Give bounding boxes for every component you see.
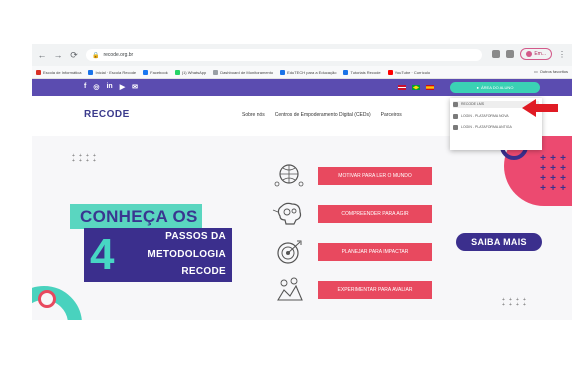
red-arrow-icon: [522, 99, 558, 117]
forward-icon[interactable]: →: [52, 49, 64, 61]
back-icon[interactable]: ←: [36, 49, 48, 61]
bookmark-item[interactable]: YouTube · Currículo: [387, 69, 431, 75]
bookmark-favicon-icon: [280, 69, 286, 75]
bookmark-item[interactable]: Inicial · Escola Recode: [88, 69, 137, 75]
step-motivar-button[interactable]: MOTIVAR PARA LER O MUNDO: [318, 167, 432, 185]
bookmarks-bar: Escola de Informática Inicial · Escola R…: [32, 66, 572, 79]
main-nav: Sobre nós Centros de Empoderamento Digit…: [242, 112, 402, 118]
folder-icon: ▭: [533, 69, 538, 74]
bookmark-favicon-icon: [343, 69, 349, 75]
bookmark-label: Tutoriais Recode: [350, 69, 381, 75]
user-icon: ●: [476, 85, 479, 90]
url-bar[interactable]: 🔒 recode.org.br: [86, 49, 482, 61]
dropdown-item-login-antiga[interactable]: LOGIN - PLATAFORMA ANTIGA: [453, 125, 539, 130]
student-area-button[interactable]: ● ÁREA DO ALUNO: [450, 82, 540, 93]
reload-icon[interactable]: ⟳: [68, 49, 80, 61]
youtube-icon[interactable]: ▶: [120, 83, 125, 91]
email-icon[interactable]: ✉: [132, 83, 138, 91]
bookmark-label: Inicial · Escola Recode: [95, 69, 137, 75]
dropdown-item-label: LOGIN - PLATAFORMA ANTIGA: [461, 125, 512, 129]
login-icon: [453, 114, 458, 119]
bookmark-item[interactable]: EduTECH para a Educação: [280, 69, 337, 75]
bookmark-label: Escola de Informática: [43, 69, 82, 75]
linkedin-icon[interactable]: in: [106, 83, 112, 91]
saiba-mais-button[interactable]: SAIBA MAIS: [456, 233, 542, 251]
flag-uk-icon[interactable]: [398, 85, 406, 90]
other-bookmarks-label: Outros favoritos: [539, 69, 568, 74]
bookmark-favicon-icon: [213, 69, 219, 75]
globe-people-icon: [274, 164, 304, 187]
step-experimentar-button[interactable]: EXPERIMENTAR PARA AVALIAR: [318, 281, 432, 299]
target-icon: [277, 240, 302, 264]
hero-title-conheca: CONHEÇA OS: [70, 204, 202, 229]
nav-item-ceds[interactable]: Centros de Empoderamento Digital (CEDs): [275, 112, 371, 118]
profile-label: Em...: [534, 51, 546, 57]
bookmark-label: (1) WhatsApp: [181, 69, 207, 75]
bookmark-favicon-icon: [387, 69, 393, 75]
bookmark-favicon-icon: [88, 69, 94, 75]
hero-passos-line3: RECODE: [181, 266, 226, 277]
bookmark-favicon-icon: [36, 69, 41, 75]
nav-item-sobre[interactable]: Sobre nós: [242, 112, 265, 118]
toolbar-right: Em... ⋮: [492, 48, 566, 60]
lock-icon: 🔒: [92, 52, 100, 59]
address-row: ← → ⟳ 🔒 recode.org.br Em... ⋮: [32, 44, 572, 66]
profile-button[interactable]: Em...: [520, 48, 552, 60]
bookmark-label: Facebook: [150, 69, 168, 75]
decor-plus-dots: + + + + + + + +: [502, 297, 526, 308]
bookmark-item[interactable]: Facebook: [143, 69, 168, 75]
flag-brazil-icon[interactable]: [412, 85, 420, 90]
dropdown-item-label: RECODE LMS: [461, 102, 485, 106]
site-logo[interactable]: RECODE: [84, 109, 130, 120]
experiment-people-icon: [277, 277, 303, 301]
hero-number: 4: [90, 230, 115, 279]
lms-icon: [453, 102, 458, 107]
hero-passos-line1: PASSOS DA: [165, 231, 226, 242]
decor-plus-dots: + + + + + + + +: [72, 153, 96, 164]
extension-icon[interactable]: [492, 50, 501, 58]
bookmark-label: YouTube · Currículo: [394, 69, 431, 75]
bookmark-label: EduTECH para a Educação: [287, 69, 337, 75]
decor-plus-grid: + + + + + + + + + + + +: [540, 153, 566, 194]
step-compreender-button[interactable]: COMPREENDER PARA AGIR: [318, 205, 432, 223]
account-icon[interactable]: [506, 50, 515, 58]
facebook-icon[interactable]: f: [84, 83, 86, 91]
browser-window: ← → ⟳ 🔒 recode.org.br Em... ⋮ Escola de …: [32, 44, 572, 320]
bookmark-item[interactable]: Tutoriais Recode: [343, 69, 381, 75]
login-icon: [453, 125, 458, 130]
other-bookmarks[interactable]: ▭ Outros favoritos: [534, 69, 568, 74]
bookmark-label: Dashboard de Monitoramento: [220, 69, 274, 75]
instagram-icon[interactable]: ◎: [93, 83, 99, 91]
url-text: recode.org.br: [103, 52, 134, 58]
dropdown-item-label: LOGIN - PLATAFORMA NOVA: [461, 114, 509, 118]
bookmark-item[interactable]: Escola de Informática: [36, 69, 82, 75]
student-area-label: ÁREA DO ALUNO: [480, 85, 514, 90]
bookmark-item[interactable]: (1) WhatsApp: [174, 69, 207, 75]
site-topbar: f ◎ in ▶ ✉ ● ÁREA DO ALUNO: [32, 79, 572, 96]
nav-item-parceiros[interactable]: Parceiros: [381, 112, 402, 118]
bookmark-favicon-icon: [143, 69, 149, 75]
flag-spain-icon[interactable]: [426, 85, 434, 90]
hero-passos-block: 4 PASSOS DA METODOLOGIA RECODE: [84, 228, 232, 282]
bookmark-item[interactable]: Dashboard de Monitoramento: [213, 69, 274, 75]
step-planejar-button[interactable]: PLANEJAR PARA IMPACTAR: [318, 243, 432, 261]
language-flags: [398, 85, 434, 90]
browser-menu-icon[interactable]: ⋮: [558, 50, 566, 59]
avatar: [526, 51, 533, 57]
decor-ring-small: [38, 290, 56, 308]
hero-banner: + + + + + + + + + + + + + + + + + + + + + + + + + + + + CONH…: [32, 136, 572, 320]
brain-gears-icon: [272, 202, 302, 225]
social-links: f ◎ in ▶ ✉: [84, 83, 138, 91]
bookmark-favicon-icon: [174, 69, 180, 75]
hero-passos-line2: METODOLOGIA: [147, 249, 226, 260]
